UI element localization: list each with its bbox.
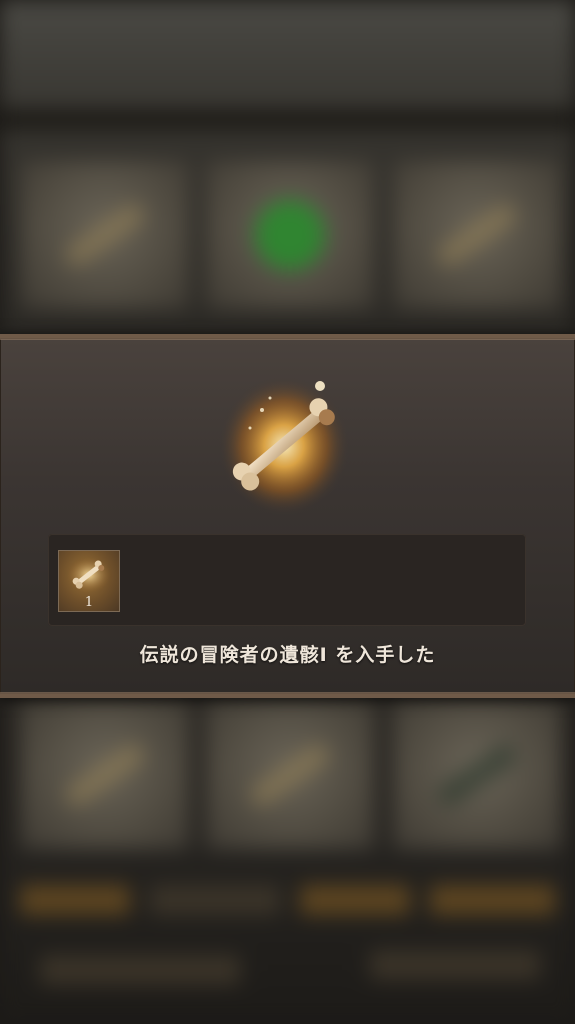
bone-icon	[61, 740, 149, 810]
item-icon	[433, 740, 521, 810]
inventory-card-item	[392, 700, 562, 850]
bone-icon	[67, 557, 111, 593]
item-acquired-dialog[interactable]: 1 伝説の冒険者の遺骸Ⅰ を入手した	[0, 334, 575, 698]
background-bar	[20, 885, 130, 915]
reward-list: 1	[48, 534, 526, 626]
bone-icon	[218, 376, 350, 516]
bone-icon	[433, 200, 521, 270]
background-bar	[150, 885, 280, 915]
inventory-card-bone	[205, 700, 375, 850]
background-bar	[430, 885, 555, 915]
background-bar	[300, 885, 410, 915]
inventory-card-gem	[205, 160, 375, 310]
background-bar	[370, 950, 540, 980]
inventory-card-bone	[20, 160, 190, 310]
bone-icon	[246, 740, 334, 810]
background-bar	[40, 955, 240, 985]
shelf-divider	[0, 110, 575, 128]
gem-icon	[255, 200, 325, 270]
item-slot[interactable]: 1	[58, 550, 120, 612]
item-count: 1	[84, 595, 94, 610]
bone-icon	[61, 200, 149, 270]
acquired-message: 伝説の冒険者の遺骸Ⅰ を入手した	[139, 644, 436, 666]
inventory-card-bone	[20, 700, 190, 850]
inventory-card-bone	[392, 160, 562, 310]
